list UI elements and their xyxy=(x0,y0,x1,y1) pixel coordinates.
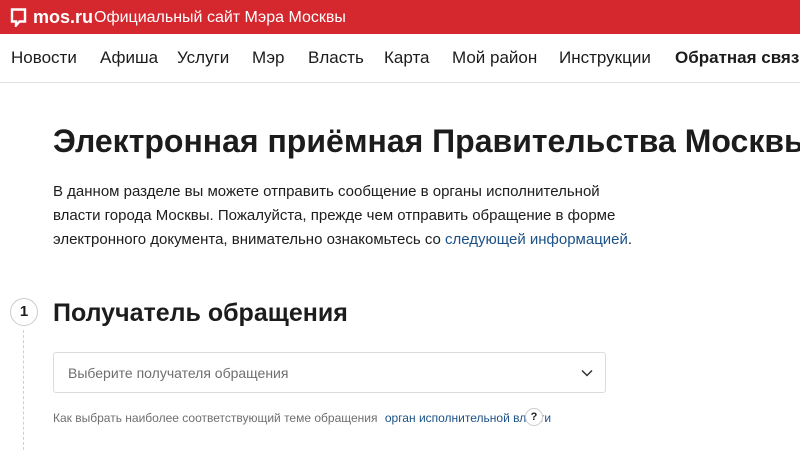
step-number-badge: 1 xyxy=(10,298,38,326)
site-title: Официальный сайт Мэра Москвы xyxy=(94,9,346,26)
chevron-down-icon xyxy=(581,369,593,377)
nav-item-feedback[interactable]: Обратная связь xyxy=(675,48,800,68)
intro-line-3: электронного документа, внимательно озна… xyxy=(53,228,653,252)
intro-line-2: власти города Москвы. Пожалуйста, прежде… xyxy=(53,207,616,224)
recipient-hint: Как выбрать наиболее соответствующий тем… xyxy=(53,410,551,426)
main-nav: Новости Афиша Услуги Мэр Власть Карта Мо… xyxy=(0,34,800,83)
site-logo[interactable]: mos.ru xyxy=(33,6,93,28)
nav-item-mayor[interactable]: Мэр xyxy=(252,48,284,68)
nav-item-government[interactable]: Власть xyxy=(308,48,364,68)
nav-item-news[interactable]: Новости xyxy=(11,48,77,68)
intro-line-1: В данном разделе вы можете отправить соо… xyxy=(53,183,600,200)
intro-period: . xyxy=(627,231,633,248)
intro-text: В данном разделе вы можете отправить соо… xyxy=(53,180,653,252)
top-bar: mos.ru Официальный сайт Мэра Москвы xyxy=(0,0,800,34)
nav-item-map[interactable]: Карта xyxy=(384,48,430,68)
hint-text: Как выбрать наиболее соответствующий тем… xyxy=(53,411,378,425)
recipient-select-placeholder: Выберите получателя обращения xyxy=(68,365,289,381)
nav-item-instructions[interactable]: Инструкции xyxy=(559,48,651,68)
recipient-select[interactable]: Выберите получателя обращения xyxy=(53,352,606,393)
step-title: Получатель обращения xyxy=(53,299,348,327)
question-icon[interactable]: ? xyxy=(525,408,543,426)
nav-item-my-district[interactable]: Мой район xyxy=(452,48,537,68)
info-link[interactable]: следующей информацией xyxy=(445,231,628,248)
speech-bubble-icon[interactable] xyxy=(10,8,27,27)
page-title: Электронная приёмная Правительства Москв… xyxy=(53,123,800,159)
nav-item-services[interactable]: Услуги xyxy=(177,48,229,68)
step-connector-line xyxy=(23,330,24,450)
nav-item-events[interactable]: Афиша xyxy=(100,48,158,68)
intro-line-3-text: электронного документа, внимательно озна… xyxy=(53,231,441,248)
